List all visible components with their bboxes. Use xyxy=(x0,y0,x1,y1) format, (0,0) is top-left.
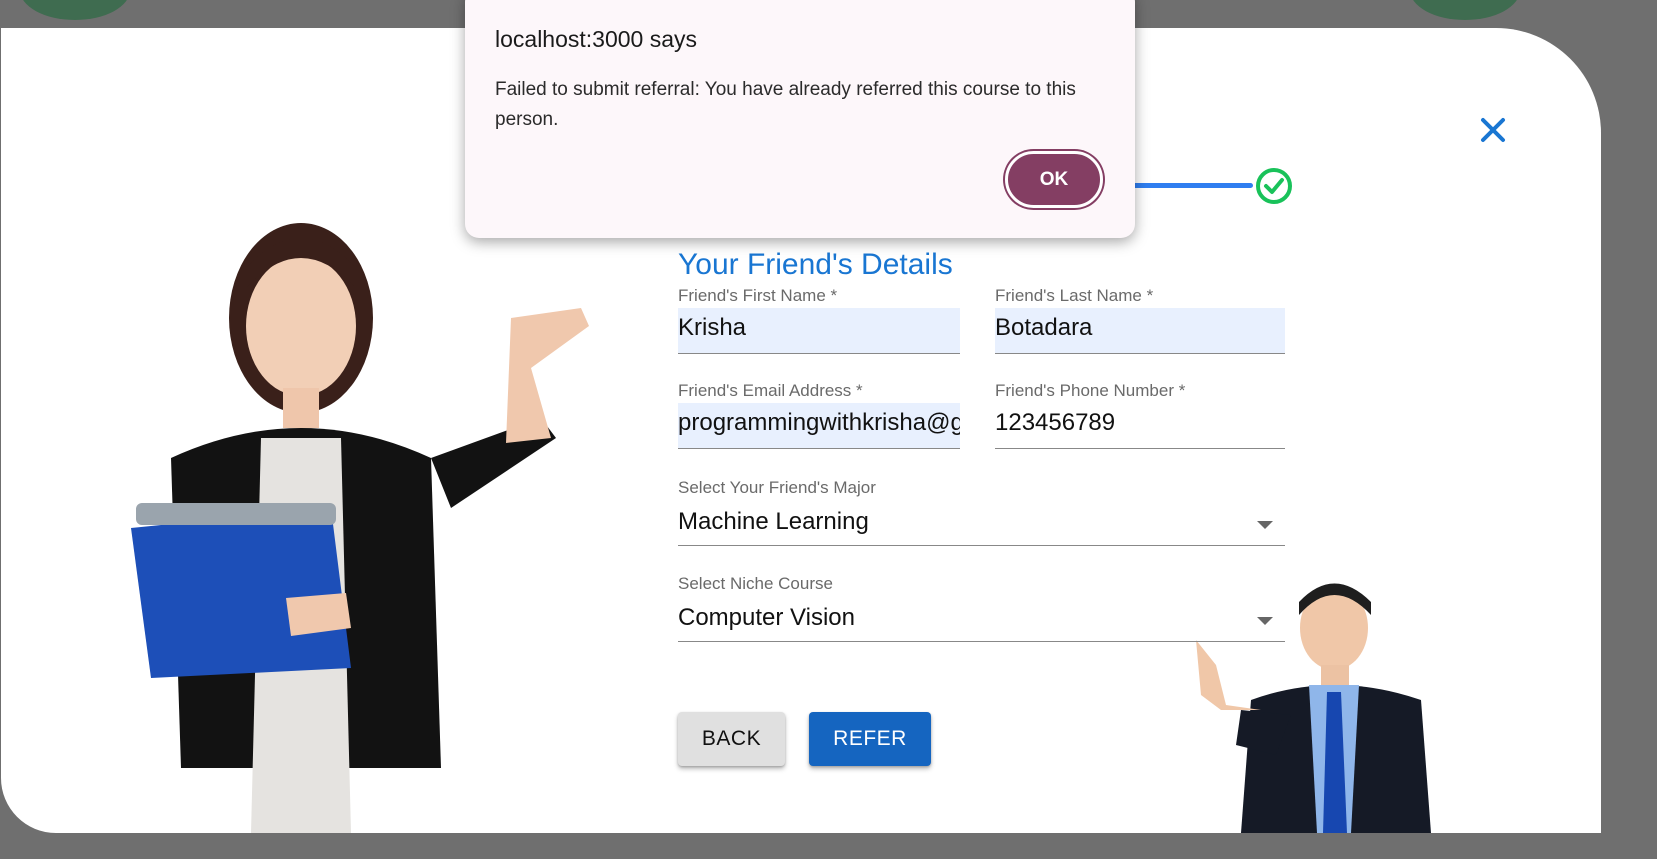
stepper-connector xyxy=(1131,183,1253,188)
first-name-input[interactable]: Krisha xyxy=(678,308,960,354)
email-field: Friend's Email Address * programmingwith… xyxy=(678,381,960,449)
phone-input[interactable]: 123456789 xyxy=(995,403,1285,449)
chevron-down-icon xyxy=(1257,521,1273,529)
background-decoration-left xyxy=(20,0,130,20)
phone-label: Friend's Phone Number * xyxy=(995,381,1186,400)
last-name-field: Friend's Last Name * Botadara xyxy=(995,286,1285,354)
first-name-field: Friend's First Name * Krisha xyxy=(678,286,960,354)
close-button[interactable] xyxy=(1473,110,1513,150)
woman-illustration xyxy=(131,223,589,833)
alert-ok-button[interactable]: OK xyxy=(1005,151,1103,208)
email-input[interactable]: programmingwithkrisha@gmail.com xyxy=(678,403,960,449)
last-name-input[interactable]: Botadara xyxy=(995,308,1285,354)
refer-button[interactable]: REFER xyxy=(809,712,931,766)
back-button[interactable]: BACK xyxy=(678,712,785,766)
major-select[interactable]: Machine Learning xyxy=(678,500,1285,546)
phone-field: Friend's Phone Number * 123456789 xyxy=(995,381,1285,449)
first-name-label: Friend's First Name * xyxy=(678,286,838,305)
course-select-value: Computer Vision xyxy=(678,604,855,631)
course-label: Select Niche Course xyxy=(678,574,833,593)
major-label: Select Your Friend's Major xyxy=(678,478,876,497)
form-title: Your Friend's Details xyxy=(678,248,953,281)
background-decoration-right xyxy=(1410,0,1520,20)
course-select[interactable]: Computer Vision xyxy=(678,596,1285,642)
major-field: Select Your Friend's Major Machine Learn… xyxy=(678,478,1285,546)
chevron-down-icon xyxy=(1257,617,1273,625)
close-icon xyxy=(1481,118,1505,142)
email-label: Friend's Email Address * xyxy=(678,381,863,400)
check-circle-icon xyxy=(1256,168,1292,204)
last-name-label: Friend's Last Name * xyxy=(995,286,1154,305)
alert-message: Failed to submit referral: You have alre… xyxy=(495,79,1076,130)
course-field: Select Niche Course Computer Vision xyxy=(678,574,1285,642)
alert-dialog: localhost:3000 says Failed to submit ref… xyxy=(465,0,1135,238)
alert-title: localhost:3000 says xyxy=(495,26,698,52)
major-select-value: Machine Learning xyxy=(678,508,869,535)
